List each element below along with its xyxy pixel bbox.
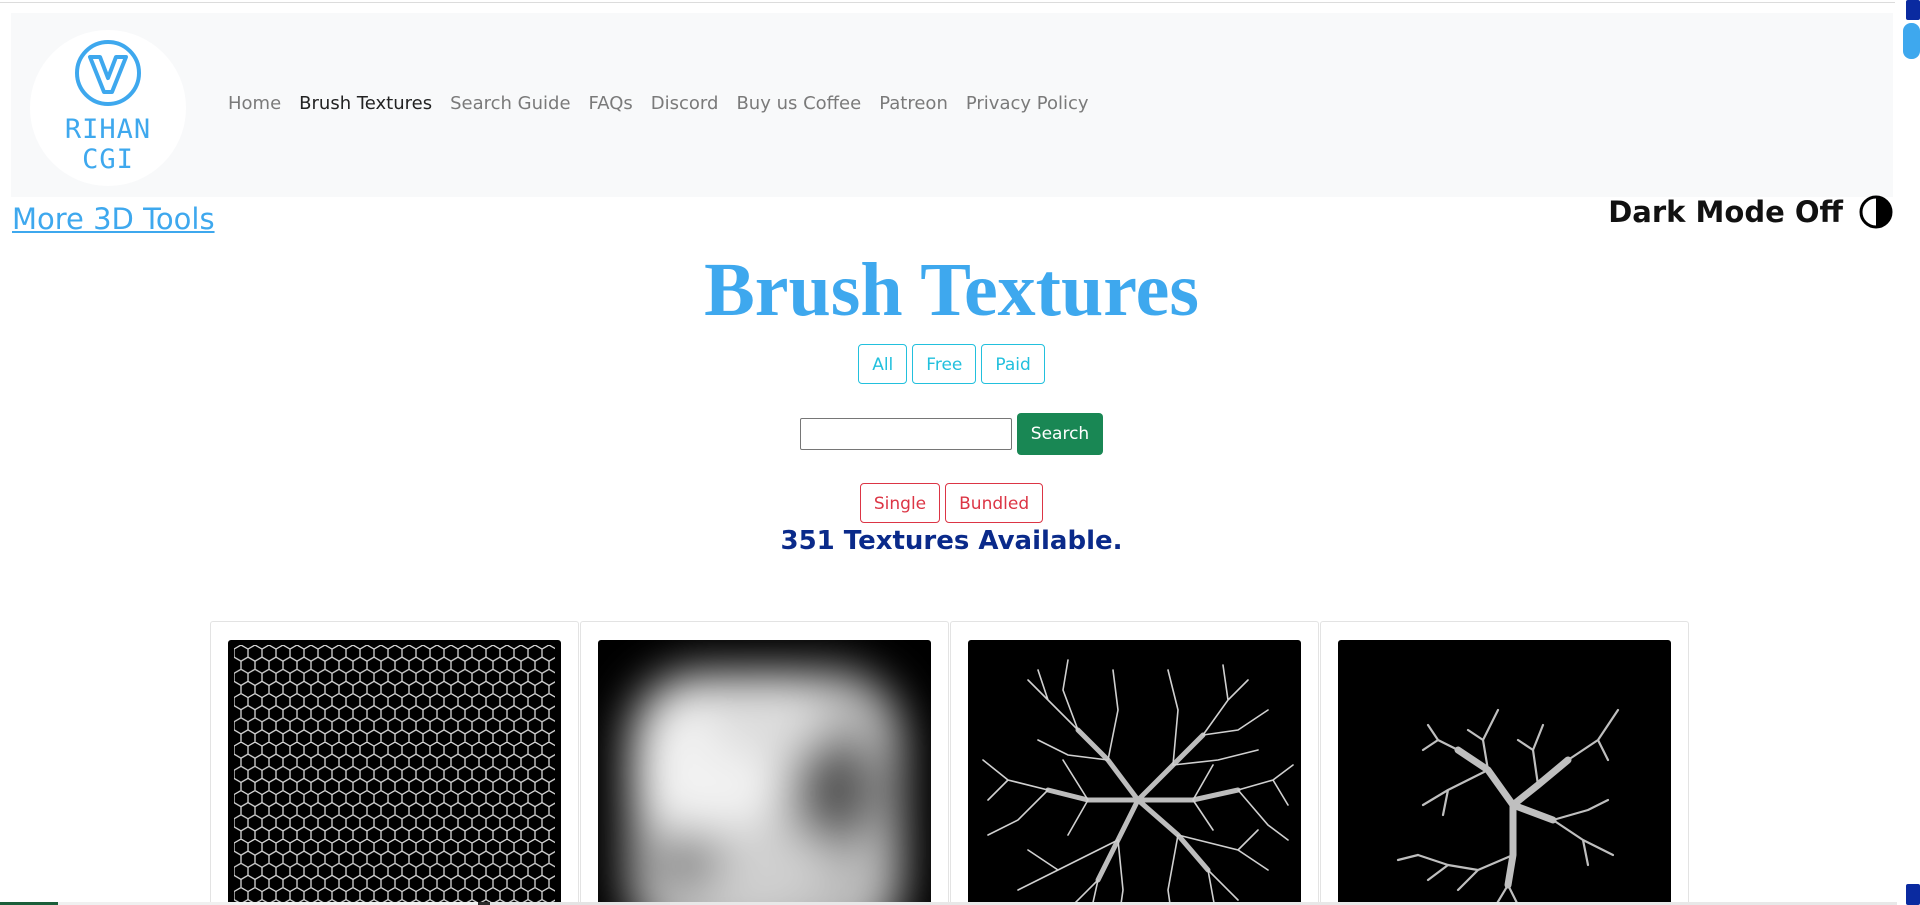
search-button[interactable]: Search — [1016, 413, 1104, 455]
texture-card[interactable] — [210, 621, 579, 905]
page-title: Brush Textures — [704, 248, 1199, 332]
nav-item-faqs[interactable]: FAQs — [580, 93, 642, 114]
nav-item-patreon[interactable]: Patreon — [870, 93, 957, 114]
logo-text-line2: CGI — [82, 144, 134, 175]
dark-mode-toggle[interactable]: Dark Mode Off — [1608, 195, 1893, 229]
texture-card[interactable] — [1320, 621, 1689, 905]
filter-free-button[interactable]: Free — [912, 344, 977, 384]
nav-item-buy-us-coffee[interactable]: Buy us Coffee — [727, 93, 870, 114]
texture-thumbnail-dense-branches[interactable] — [968, 640, 1301, 905]
nav-item-privacy-policy[interactable]: Privacy Policy — [957, 93, 1098, 114]
more-3d-tools-link[interactable]: More 3D Tools — [12, 202, 215, 236]
nav-item-discord[interactable]: Discord — [642, 93, 728, 114]
filter-bundled-button[interactable]: Bundled — [945, 483, 1044, 523]
texture-thumbnail-hexagon[interactable] — [228, 640, 561, 905]
texture-card[interactable] — [580, 621, 949, 905]
navbar: RIHAN CGI Home Brush Textures Search Gui… — [11, 13, 1893, 197]
texture-thumbnail-cloudy[interactable] — [598, 640, 931, 905]
site-logo[interactable]: RIHAN CGI — [30, 30, 186, 186]
filter-all-button[interactable]: All — [858, 344, 908, 384]
search-input[interactable] — [799, 418, 1012, 450]
scroll-up-button[interactable] — [1906, 0, 1920, 20]
top-divider — [0, 2, 1895, 3]
scroll-thumb[interactable] — [1903, 23, 1920, 59]
texture-card[interactable] — [950, 621, 1319, 905]
scrollbar[interactable] — [1897, 0, 1920, 905]
dark-mode-label: Dark Mode Off — [1608, 195, 1843, 229]
texture-thumbnail-sparse-branches[interactable] — [1338, 640, 1671, 905]
contrast-icon[interactable] — [1859, 195, 1893, 229]
search-bar: Search — [0, 413, 1903, 455]
scroll-down-button[interactable] — [1906, 884, 1920, 905]
page: RIHAN CGI Home Brush Textures Search Gui… — [0, 0, 1920, 905]
type-filter-group: Single Bundled — [0, 483, 1903, 523]
nav-item-home[interactable]: Home — [219, 93, 290, 114]
nav-item-brush-textures[interactable]: Brush Textures — [290, 93, 441, 114]
logo-text-line1: RIHAN — [64, 114, 152, 145]
texture-grid — [210, 621, 1689, 905]
filter-single-button[interactable]: Single — [859, 483, 941, 523]
nav-links: Home Brush Textures Search Guide FAQs Di… — [219, 93, 1098, 114]
texture-count: 351 Textures Available. — [780, 526, 1123, 556]
price-filter-group: All Free Paid — [0, 344, 1903, 384]
nav-item-search-guide[interactable]: Search Guide — [441, 93, 579, 114]
filter-paid-button[interactable]: Paid — [981, 344, 1045, 384]
